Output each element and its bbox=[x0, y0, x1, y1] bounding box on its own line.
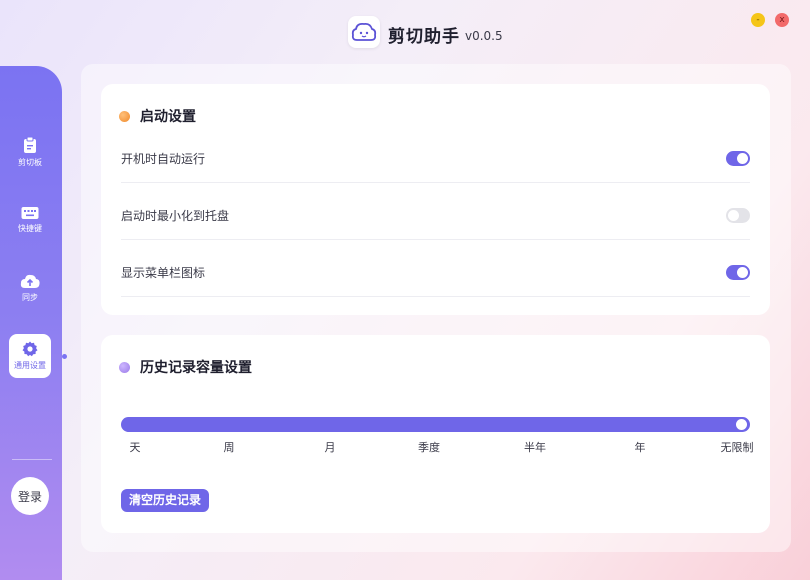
slider-thumb[interactable] bbox=[736, 419, 747, 430]
app-version: v0.0.5 bbox=[465, 29, 503, 43]
slider-option-month[interactable]: 月 bbox=[325, 439, 336, 455]
title-bar: 剪切助手 v0.0.5 - x bbox=[0, 13, 810, 50]
slider-option-week[interactable]: 周 bbox=[224, 439, 235, 455]
active-indicator-dot bbox=[62, 354, 67, 359]
setting-label: 启动时最小化到托盘 bbox=[121, 209, 230, 223]
app-title: 剪切助手 bbox=[388, 27, 460, 47]
history-capacity-title: 历史记录容量设置 bbox=[119, 357, 252, 377]
minimize-button[interactable]: - bbox=[751, 13, 765, 27]
sidebar-item-label: 剪切板 bbox=[18, 158, 42, 167]
history-capacity-slider[interactable] bbox=[121, 417, 750, 432]
slider-option-unlimited[interactable]: 无限制 bbox=[721, 439, 754, 455]
setting-label: 显示菜单栏图标 bbox=[121, 266, 206, 280]
keyboard-icon bbox=[21, 207, 39, 219]
sidebar-item-label: 快捷键 bbox=[18, 224, 42, 233]
startup-settings-card: 启动设置 开机时自动运行 启动时最小化到托盘 显示菜单栏图标 bbox=[101, 84, 770, 315]
setting-row-menubar-icon: 显示菜单栏图标 bbox=[121, 249, 750, 297]
setting-row-minimize-to-tray: 启动时最小化到托盘 bbox=[121, 192, 750, 240]
auto-start-toggle[interactable] bbox=[726, 151, 750, 166]
startup-settings-title: 启动设置 bbox=[119, 106, 196, 126]
clear-history-button[interactable]: 清空历史记录 bbox=[121, 489, 210, 512]
sidebar-item-general-settings[interactable]: 通用设置 bbox=[9, 334, 51, 378]
slider-option-quarter[interactable]: 季度 bbox=[418, 439, 440, 455]
app-logo-icon bbox=[348, 16, 380, 48]
gear-icon bbox=[22, 341, 38, 357]
sidebar-divider bbox=[12, 459, 52, 460]
close-button[interactable]: x bbox=[775, 13, 789, 27]
sidebar-item-label: 同步 bbox=[22, 292, 38, 302]
slider-fill bbox=[121, 417, 750, 432]
minimize-to-tray-toggle[interactable] bbox=[726, 208, 750, 223]
slider-option-half-year[interactable]: 半年 bbox=[524, 439, 546, 455]
sidebar: 剪切板 快捷键 同步 通用设置 登录 bbox=[0, 66, 62, 580]
sidebar-item-shortcuts[interactable]: 快捷键 bbox=[9, 198, 51, 242]
clipboard-icon bbox=[24, 136, 36, 153]
orange-dot-icon bbox=[119, 110, 130, 122]
section-title: 历史记录容量设置 bbox=[140, 360, 252, 376]
history-capacity-card: 历史记录容量设置 天 周 月 季度 半年 年 无限制 清空历史记录 bbox=[101, 335, 770, 533]
section-title: 启动设置 bbox=[140, 109, 196, 125]
setting-label: 开机时自动运行 bbox=[121, 152, 206, 166]
slider-labels: 天 周 月 季度 半年 年 无限制 bbox=[101, 439, 770, 455]
sidebar-item-clipboard[interactable]: 剪切板 bbox=[9, 130, 51, 174]
login-button[interactable]: 登录 bbox=[11, 477, 49, 515]
sidebar-item-sync[interactable]: 同步 bbox=[9, 266, 51, 310]
sidebar-item-label: 通用设置 bbox=[14, 361, 46, 370]
cloud-upload-icon bbox=[20, 274, 40, 288]
setting-row-auto-start: 开机时自动运行 bbox=[121, 135, 750, 183]
slider-option-day[interactable]: 天 bbox=[130, 439, 141, 455]
menubar-icon-toggle[interactable] bbox=[726, 265, 750, 280]
slider-option-year[interactable]: 年 bbox=[635, 439, 646, 455]
purple-dot-icon bbox=[119, 361, 130, 373]
